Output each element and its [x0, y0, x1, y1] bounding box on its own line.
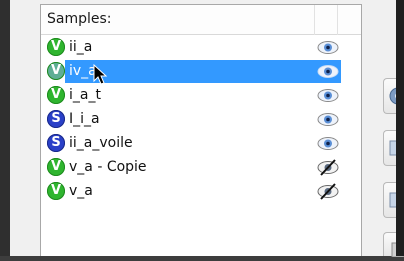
mouse-cursor-icon: [93, 64, 108, 85]
eye-visible-icon[interactable]: [315, 134, 341, 153]
sample-row-I-i-a[interactable]: S I_i_a: [41, 108, 361, 131]
v-badge-icon: V: [47, 62, 65, 80]
s-badge-icon: S: [47, 134, 65, 152]
sample-label: I_i_a: [69, 111, 100, 127]
samples-title: Samples:: [47, 11, 112, 27]
window-frame-left: [0, 0, 10, 256]
sample-row-ii-a-voile[interactable]: S ii_a_voile: [41, 132, 361, 155]
s-badge-icon: S: [47, 110, 65, 128]
eye-visible-icon[interactable]: [315, 86, 341, 105]
eye-hidden-icon[interactable]: [315, 182, 341, 201]
sample-label: i_a_t: [69, 87, 101, 103]
sample-row-v-a-copie[interactable]: V v_a - Copie: [41, 156, 361, 179]
sample-row-v-a[interactable]: V v_a: [41, 180, 361, 203]
eye-visible-icon[interactable]: [315, 62, 341, 81]
v-badge-icon: V: [47, 38, 65, 56]
v-badge-icon: V: [47, 86, 65, 104]
window-frame-right: [396, 0, 404, 256]
sample-row-iv-a[interactable]: V iv_a: [41, 60, 361, 83]
sample-label: v_a - Copie: [69, 159, 147, 175]
samples-panel: Samples: V ii_a V iv_a V i_a_t S I_i_a S…: [40, 4, 362, 256]
column-separator: [314, 5, 315, 35]
eye-visible-icon[interactable]: [315, 38, 341, 57]
sample-label: v_a: [69, 183, 93, 199]
dialog-client-area: Samples: V ii_a V iv_a V i_a_t S I_i_a S…: [10, 0, 404, 258]
sample-row-ii-a[interactable]: V ii_a: [41, 36, 361, 59]
column-separator: [337, 5, 338, 35]
sample-label: ii_a: [69, 39, 93, 55]
samples-header: Samples:: [41, 5, 361, 35]
v-badge-icon: V: [47, 158, 65, 176]
eye-hidden-icon[interactable]: [315, 158, 341, 177]
eye-visible-icon[interactable]: [315, 110, 341, 129]
sample-row-i-a-t[interactable]: V i_a_t: [41, 84, 361, 107]
sample-label: ii_a_voile: [69, 135, 133, 151]
v-badge-icon: V: [47, 182, 65, 200]
